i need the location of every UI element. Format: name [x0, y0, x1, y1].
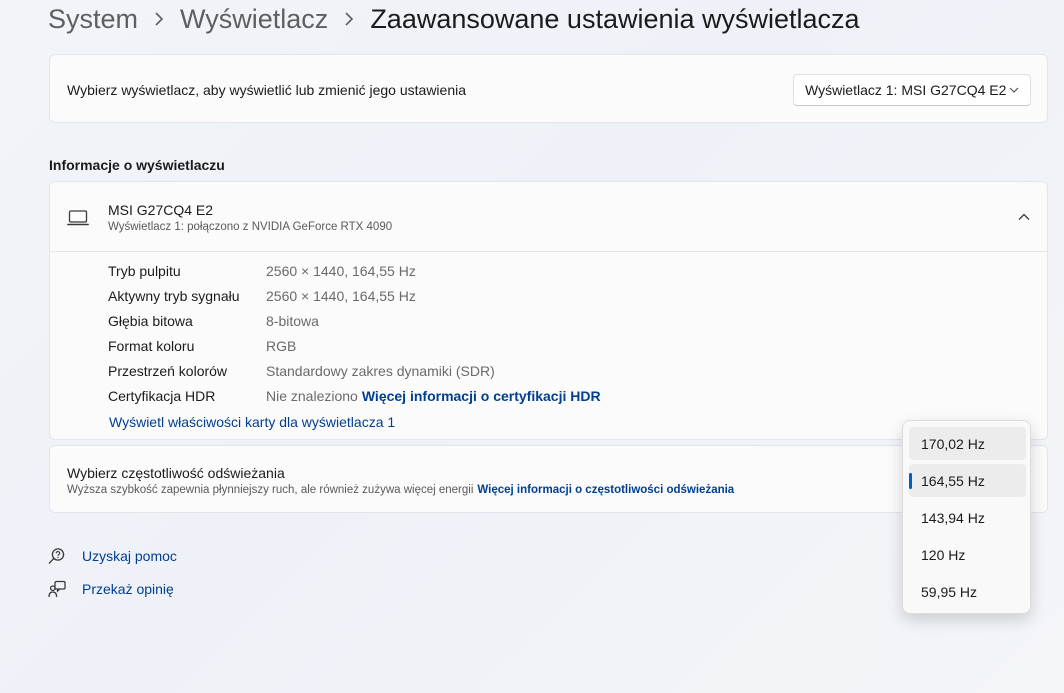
page-title: Zaawansowane ustawienia wyświetlacza — [370, 3, 860, 34]
spec-label: Aktywny tryb sygnału — [108, 288, 240, 304]
selection-indicator — [909, 473, 912, 489]
spec-label: Format koloru — [108, 338, 195, 354]
spec-value: 2560 × 1440, 164,55 Hz — [266, 263, 416, 279]
spec-value: 2560 × 1440, 164,55 Hz — [266, 288, 416, 304]
refresh-rate-option-label: 120 Hz — [921, 546, 966, 563]
help-icon — [48, 548, 65, 564]
refresh-rate-option[interactable]: 120 Hz — [909, 538, 1026, 571]
display-info-card: MSI G27CQ4 E2 Wyświetlacz 1: połączono z… — [49, 181, 1048, 440]
get-help-label: Uzyskaj pomoc — [82, 548, 177, 564]
breadcrumb: System Wyświetlacz Zaawansowane ustawien… — [48, 2, 860, 36]
chevron-up-icon[interactable] — [1017, 210, 1031, 224]
display-combobox[interactable]: Wyświetlacz 1: MSI G27CQ4 E2 — [793, 74, 1031, 106]
refresh-rate-option[interactable]: 59,95 Hz — [909, 575, 1026, 608]
refresh-rate-option-label: 170,02 Hz — [921, 435, 985, 452]
display-select-card: Wybierz wyświetlacz, aby wyświetlić lub … — [49, 54, 1048, 123]
adapter-properties-link[interactable]: Wyświetl właściwości karty dla wyświetla… — [109, 414, 395, 430]
display-info-heading: Informacje o wyświetlaczu — [49, 157, 225, 173]
spec-label: Przestrzeń kolorów — [108, 363, 228, 379]
give-feedback-label: Przekaż opinię — [82, 581, 174, 597]
refresh-rate-info-link[interactable]: Więcej informacji o częstotliwości odświ… — [477, 484, 734, 496]
spec-label: Głębia bitowa — [108, 313, 193, 329]
spec-value: 8-bitowa — [266, 313, 319, 329]
display-info-header[interactable]: MSI G27CQ4 E2 Wyświetlacz 1: połączono z… — [50, 182, 1047, 252]
refresh-rate-description-text: Wyższa szybkość zapewnia płynniejszy ruc… — [67, 484, 474, 496]
laptop-icon — [67, 210, 89, 226]
refresh-rate-dropdown[interactable]: 170,02 Hz 164,55 Hz 143,94 Hz 120 Hz 59,… — [902, 420, 1031, 614]
spec-label: Tryb pulpitu — [108, 263, 181, 279]
feedback-icon — [48, 580, 66, 598]
chevron-right-icon — [344, 12, 354, 26]
refresh-rate-description: Wyższa szybkość zapewnia płynniejszy ruc… — [67, 484, 734, 496]
hdr-status: Nie znaleziono — [266, 388, 358, 404]
chevron-down-icon — [1009, 87, 1019, 93]
refresh-rate-option[interactable]: 170,02 Hz — [909, 427, 1026, 460]
refresh-rate-card: Wybierz częstotliwość odświeżania Wyższa… — [49, 445, 1048, 513]
display-select-label: Wybierz wyświetlacz, aby wyświetlić lub … — [67, 82, 467, 98]
display-combobox-value: Wyświetlacz 1: MSI G27CQ4 E2 — [805, 82, 1007, 98]
spec-value: RGB — [266, 338, 297, 354]
display-connection: Wyświetlacz 1: połączono z NVIDIA GeForc… — [108, 221, 393, 233]
spec-label: Certyfikacja HDR — [108, 388, 216, 404]
get-help-link[interactable]: Uzyskaj pomoc — [48, 547, 177, 565]
chevron-right-icon — [154, 12, 164, 26]
refresh-rate-title: Wybierz częstotliwość odświeżania — [67, 465, 285, 481]
spec-value: Nie znaleziono Więcej informacji o certyf… — [266, 388, 601, 404]
refresh-rate-option-label: 164,55 Hz — [921, 472, 985, 489]
refresh-rate-option-label: 59,95 Hz — [921, 583, 978, 600]
give-feedback-link[interactable]: Przekaż opinię — [48, 580, 174, 598]
hdr-info-link[interactable]: Więcej informacji o certyfikacji HDR — [362, 388, 601, 404]
breadcrumb-system[interactable]: System — [48, 4, 138, 35]
refresh-rate-option-selected[interactable]: 164,55 Hz — [909, 464, 1026, 497]
spec-value: Standardowy zakres dynamiki (SDR) — [266, 363, 495, 379]
refresh-rate-option[interactable]: 143,94 Hz — [909, 501, 1026, 534]
display-name: MSI G27CQ4 E2 — [108, 202, 214, 218]
breadcrumb-display[interactable]: Wyświetlacz — [180, 4, 328, 35]
refresh-rate-option-label: 143,94 Hz — [921, 509, 985, 526]
